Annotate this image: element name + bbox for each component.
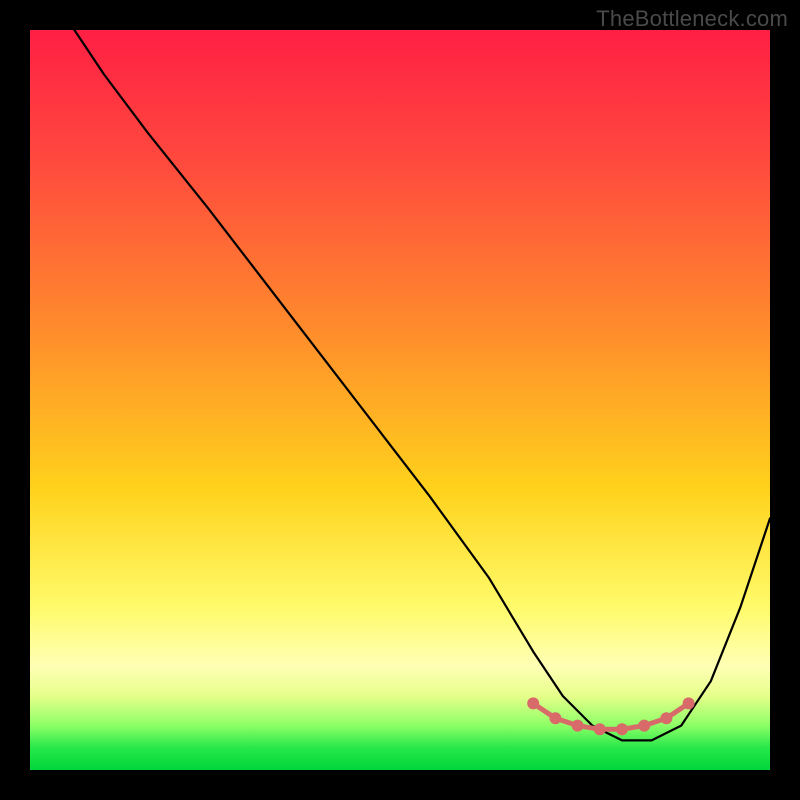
optimal-marker <box>660 712 672 724</box>
plot-area <box>30 30 770 770</box>
optimal-marker <box>527 697 539 709</box>
curve-layer <box>30 30 770 770</box>
bottleneck-curve <box>74 30 770 740</box>
watermark-text: TheBottleneck.com <box>596 6 788 32</box>
chart-frame: TheBottleneck.com <box>0 0 800 800</box>
optimal-marker <box>549 712 561 724</box>
optimal-marker <box>594 723 606 735</box>
optimal-marker <box>616 723 628 735</box>
optimal-marker <box>683 697 695 709</box>
optimal-marker <box>572 720 584 732</box>
optimal-marker <box>638 720 650 732</box>
